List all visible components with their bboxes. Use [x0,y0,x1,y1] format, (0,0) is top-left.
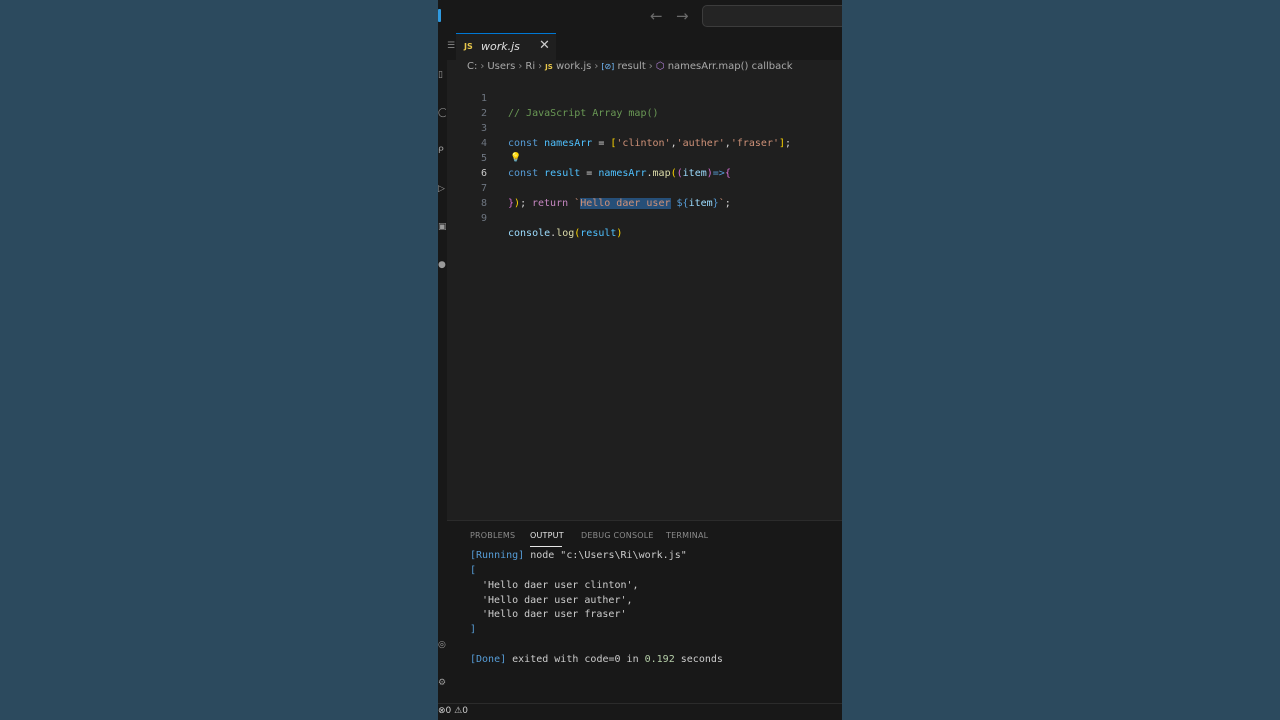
code-line: 4 [447,121,842,149]
output-sep: , [632,580,639,591]
breadcrumb: C: › Users › Ri › JS work.js › [⊘] result › ⬡ name… [467,61,793,72]
arrow-left-icon[interactable]: ← [650,7,663,25]
explorer-icon[interactable]: ▯ [438,70,446,80]
active-tab-indicator [530,546,562,547]
output-bracket: ] [470,624,477,635]
tab-debug-console[interactable]: DEBUG CONSOLE [581,531,654,540]
in-text: in [620,654,645,665]
output-item: 'Hello daer user fraser' [482,609,627,620]
bottom-panel: PROBLEMS OUTPUT DEBUG CONSOLE TERMINAL [… [447,520,842,704]
code-line: 3 const namesArr = ['clinton','auther','… [447,106,842,149]
code-line: 7 }); [447,166,842,209]
tab-output[interactable]: OUTPUT [530,531,564,540]
tab-problems[interactable]: PROBLEMS [470,531,515,540]
output-item: 'Hello daer user auther' [482,595,627,606]
vscode-window: ← → ▯ ◯ ᑭ ▷ ▣ ● ◎ ⚙ ☰ JS work.js ✕ C: › Us… [438,0,842,720]
running-tag: [Running] [470,550,525,561]
tabs-menu-icon[interactable]: ☰ [447,41,455,51]
chevron-right-icon: › [518,61,523,72]
chevron-right-icon: › [480,61,485,72]
breadcrumb-symbol[interactable]: result [617,61,645,72]
seconds-label: seconds [674,654,723,665]
output-sep: , [626,595,633,606]
output-line: [Running] node "c:\Users\Ri\work.js" [470,548,687,563]
code-line-active: 6 💡 return `Hello daer user ${item}`; [447,151,842,209]
code-line: 8 [447,181,842,209]
output-item: 'Hello daer user clinton' [482,580,633,591]
remote-icon[interactable]: ● [438,260,446,270]
method-symbol-icon: ⬡ [655,61,665,72]
arrow-right-icon[interactable]: → [676,7,689,25]
warning-count: 0 [462,706,468,716]
run-debug-icon[interactable]: ▷ [438,184,446,194]
source-control-icon[interactable]: ᑭ [438,146,446,156]
output-line: [ [470,563,476,578]
done-tag: [Done] [470,654,507,665]
output-bracket: [ [470,565,477,576]
breadcrumb-user[interactable]: Ri [525,61,535,72]
breadcrumb-users[interactable]: Users [487,61,515,72]
close-icon[interactable]: ✕ [539,38,550,53]
chevron-right-icon: › [648,61,653,72]
code-line: 5 const result = namesArr.map((item)=>{ [447,136,842,179]
output-line: 'Hello daer user auther', [482,593,633,608]
code-function: log [556,228,575,239]
title-bar: ← → [438,0,842,34]
gear-icon[interactable]: ⚙ [438,678,446,688]
problems-status[interactable]: ⊗0 ⚠0 [438,706,468,716]
exit-code: code=0 [584,654,621,665]
done-text: exited with [506,654,585,665]
code-line: 1 // JavaScript Array map() [447,76,842,119]
code-identifier: console [508,228,551,239]
elapsed-seconds: 0.192 [644,654,675,665]
search-icon[interactable]: ◯ [438,108,446,118]
output-line: [Done] exited with code=0 in 0.192 secon… [470,652,723,667]
code-identifier: result [580,228,617,239]
running-command: node "c:\Users\Ri\work.js" [524,550,687,561]
error-count: 0 [445,706,452,716]
breadcrumb-file[interactable]: work.js [556,61,591,72]
status-bar: ⊗0 ⚠0 [438,703,842,720]
tab-terminal[interactable]: TERMINAL [666,531,708,540]
tab-work-js[interactable]: JS work.js ✕ [456,33,556,60]
tab-label: work.js [481,40,520,53]
code-editor[interactable]: 1 // JavaScript Array map() 2 3 const na… [447,76,842,520]
app-logo [438,9,441,22]
code-line: 9 console.log(result) [447,196,842,239]
output-line: 'Hello daer user fraser' [482,607,627,622]
code-bracket: ) [616,228,623,239]
variable-symbol-icon: [⊘] [601,62,615,71]
line-number: 9 [480,213,487,224]
chevron-right-icon: › [594,61,599,72]
account-icon[interactable]: ◎ [438,640,446,650]
breadcrumb-drive[interactable]: C: [467,61,477,72]
lightbulb-icon[interactable]: 💡 [510,151,521,166]
output-line: ] [470,622,476,637]
activity-bar: ▯ ◯ ᑭ ▷ ▣ ● ◎ ⚙ [438,33,447,705]
command-center-search[interactable] [702,5,842,27]
js-file-icon: JS [545,63,553,71]
js-file-icon: JS [464,42,473,51]
breadcrumb-callback[interactable]: namesArr.map() callback [668,61,793,72]
error-icon: ⊗ [438,706,446,716]
code-line: 2 [447,91,842,119]
output-line: 'Hello daer user clinton', [482,578,639,593]
editor-tabs: ☰ JS work.js ✕ [447,33,842,60]
extensions-icon[interactable]: ▣ [438,222,446,232]
chevron-right-icon: › [538,61,543,72]
